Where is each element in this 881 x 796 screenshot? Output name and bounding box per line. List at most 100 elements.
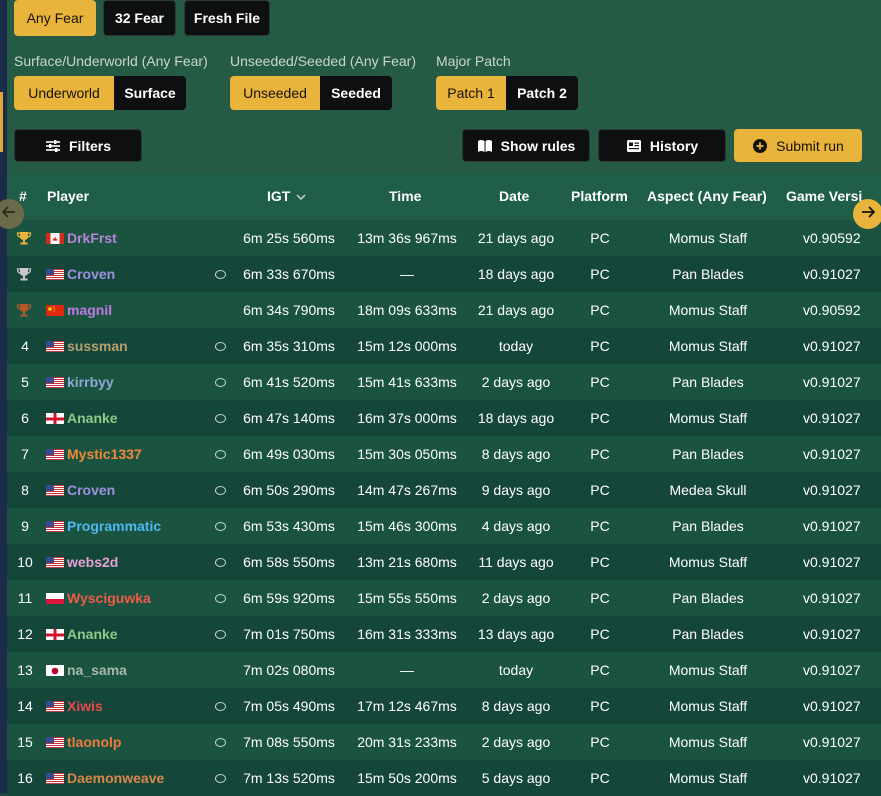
player-link[interactable]: DrkFrst — [67, 230, 117, 246]
player-cell: sussman — [46, 328, 128, 364]
time-cell: 15m 41s 633ms — [357, 374, 457, 390]
comment-icon[interactable] — [215, 436, 226, 472]
filters-button[interactable]: Filters — [14, 129, 142, 162]
igt-cell: 7m 05s 490ms — [243, 698, 335, 714]
player-link[interactable]: Daemonweave — [67, 770, 164, 786]
option-underworld[interactable]: Underworld — [14, 76, 114, 110]
table-row[interactable]: 11 Wysciguwka 6m 59s 920ms 15m 55s 550ms 2 d… — [7, 580, 881, 616]
show-rules-label: Show rules — [500, 137, 576, 154]
show-rules-button[interactable]: Show rules — [462, 129, 590, 162]
comment-icon[interactable] — [215, 256, 226, 292]
flag-icon — [46, 340, 64, 352]
col-igt[interactable]: IGT — [267, 174, 306, 218]
col-aspect[interactable]: Aspect (Any Fear) — [647, 174, 767, 218]
option-unseeded[interactable]: Unseeded — [230, 76, 320, 110]
table-row[interactable]: 16 Daemonweave 7m 13s 520ms 15m 50s 200ms 5 … — [7, 760, 881, 796]
date-cell: 9 days ago — [481, 482, 551, 498]
player-link[interactable]: Wysciguwka — [67, 590, 151, 606]
book-icon — [477, 139, 493, 153]
player-link[interactable]: Croven — [67, 482, 115, 498]
table-row[interactable]: 8 Croven 6m 50s 290ms 14m 47s 267ms 9 days a… — [7, 472, 881, 508]
player-cell: Croven — [46, 256, 115, 292]
comment-icon[interactable] — [215, 760, 226, 796]
player-link[interactable]: Croven — [67, 266, 115, 282]
comment-icon[interactable] — [215, 364, 226, 400]
scroll-right-button[interactable] — [853, 199, 881, 229]
comment-icon[interactable] — [215, 724, 226, 760]
player-link[interactable]: sussman — [67, 338, 128, 354]
player-link[interactable]: Mystic1337 — [67, 446, 142, 462]
table-row[interactable]: magnil 6m 34s 790ms 18m 09s 633ms 21 days a… — [7, 292, 881, 328]
player-link[interactable]: tlaonolp — [67, 734, 121, 750]
table-row[interactable]: DrkFrst 6m 25s 560ms 13m 36s 967ms 21 days … — [7, 220, 881, 256]
player-cell: Ananke — [46, 400, 118, 436]
trophy-icon — [16, 292, 32, 328]
time-cell: 15m 46s 300ms — [357, 518, 457, 534]
table-row[interactable]: 4 sussman 6m 35s 310ms 15m 12s 000ms today PC… — [7, 328, 881, 364]
version-cell: v0.91027 — [803, 338, 861, 354]
date-cell: 21 days ago — [477, 302, 555, 318]
platform-cell: PC — [590, 626, 610, 642]
comment-icon[interactable] — [215, 508, 226, 544]
plus-circle-icon — [752, 138, 768, 154]
table-row[interactable]: Croven 6m 33s 670ms — 18 days ago PC Pan Blad… — [7, 256, 881, 292]
comment-icon[interactable] — [215, 328, 226, 364]
date-cell: 2 days ago — [481, 374, 551, 390]
arrow-left-icon — [1, 205, 16, 223]
table-row[interactable]: 9 Programmatic 6m 53s 430ms 15m 46s 300ms 4 … — [7, 508, 881, 544]
comment-icon[interactable] — [215, 688, 226, 724]
table-row[interactable]: 15 tlaonolp 7m 08s 550ms 20m 31s 233ms 2 day… — [7, 724, 881, 760]
table-row[interactable]: 5 kirrbyy 6m 41s 520ms 15m 41s 633ms 2 days … — [7, 364, 881, 400]
table-row[interactable]: 6 Ananke 6m 47s 140ms 16m 37s 000ms 18 days … — [7, 400, 881, 436]
platform-cell: PC — [590, 482, 610, 498]
history-button[interactable]: History — [598, 129, 726, 162]
table-row[interactable]: 10 webs2d 6m 58s 550ms 13m 21s 680ms 11 days… — [7, 544, 881, 580]
table-row[interactable]: 14 Xiwis 7m 05s 490ms 17m 12s 467ms 8 days a… — [7, 688, 881, 724]
version-cell: v0.91027 — [803, 770, 861, 786]
platform-cell: PC — [590, 770, 610, 786]
col-time[interactable]: Time — [389, 174, 421, 218]
player-link[interactable]: Ananke — [67, 410, 118, 426]
tab-32-fear[interactable]: 32 Fear — [103, 0, 176, 36]
chevron-down-icon — [296, 188, 306, 204]
comment-icon[interactable] — [215, 400, 226, 436]
flag-icon — [46, 448, 64, 460]
option-patch-2[interactable]: Patch 2 — [506, 76, 578, 110]
arrow-right-icon — [861, 205, 876, 223]
option-seeded[interactable]: Seeded — [320, 76, 392, 110]
flag-icon — [46, 736, 64, 748]
col-game-version[interactable]: Game Versi — [786, 174, 862, 218]
player-link[interactable]: magnil — [67, 302, 112, 318]
comment-icon[interactable] — [215, 544, 226, 580]
col-player[interactable]: Player — [47, 174, 89, 218]
aspect-cell: Pan Blades — [672, 374, 744, 390]
player-link[interactable]: kirrbyy — [67, 374, 114, 390]
player-link[interactable]: Programmatic — [67, 518, 161, 534]
table-row[interactable]: 7 Mystic1337 6m 49s 030ms 15m 30s 050ms 8 da… — [7, 436, 881, 472]
aspect-cell: Pan Blades — [672, 626, 744, 642]
newspaper-icon — [626, 139, 642, 153]
player-link[interactable]: na_sama — [67, 662, 127, 678]
platform-cell: PC — [590, 554, 610, 570]
option-surface[interactable]: Surface — [114, 76, 186, 110]
col-date[interactable]: Date — [499, 174, 529, 218]
aspect-cell: Momus Staff — [668, 230, 748, 246]
player-link[interactable]: Xiwis — [67, 698, 103, 714]
comment-icon[interactable] — [215, 580, 226, 616]
table-header: # Player IGT Time Date Platform Aspect (… — [7, 174, 881, 218]
option-patch-1[interactable]: Patch 1 — [436, 76, 506, 110]
igt-cell: 7m 08s 550ms — [243, 734, 335, 750]
tab-any-fear[interactable]: Any Fear — [14, 0, 96, 36]
comment-icon[interactable] — [215, 472, 226, 508]
player-link[interactable]: Ananke — [67, 626, 118, 642]
table-row[interactable]: 12 Ananke 7m 01s 750ms 16m 31s 333ms 13 days… — [7, 616, 881, 652]
col-platform[interactable]: Platform — [571, 174, 628, 218]
version-cell: v0.91027 — [803, 626, 861, 642]
comment-icon[interactable] — [215, 616, 226, 652]
flag-icon — [46, 268, 64, 280]
table-row[interactable]: 13 na_sama 7m 02s 080ms — today PC Momus Staff… — [7, 652, 881, 688]
tab-fresh-file[interactable]: Fresh File — [184, 0, 270, 36]
submit-run-button[interactable]: Submit run — [734, 129, 862, 162]
player-link[interactable]: webs2d — [67, 554, 118, 570]
platform-cell: PC — [590, 698, 610, 714]
